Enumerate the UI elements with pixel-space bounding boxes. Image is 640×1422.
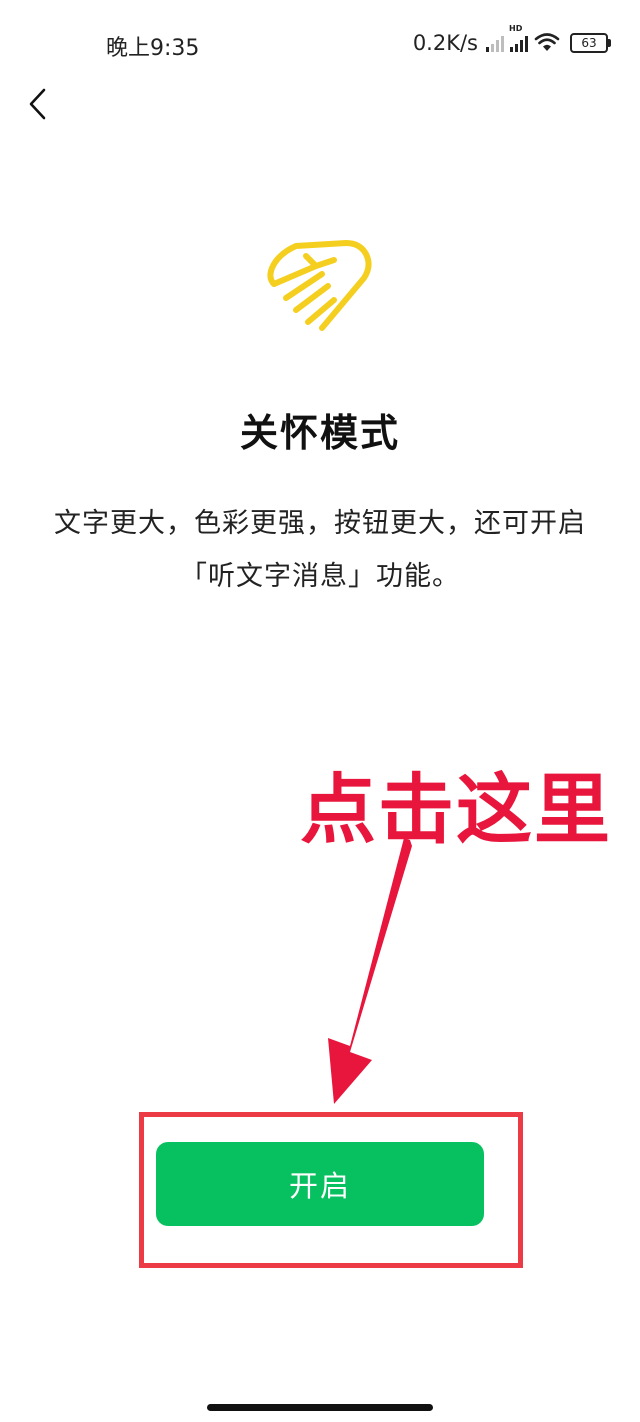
battery-level: 63 bbox=[581, 36, 597, 50]
signal-icon bbox=[486, 34, 504, 52]
network-speed: 0.2K/s bbox=[412, 31, 478, 55]
hd-signal-icon: HD bbox=[509, 24, 528, 52]
battery-icon: 63 bbox=[570, 33, 611, 53]
hd-label: HD bbox=[509, 24, 523, 33]
status-time: 晚上9:35 bbox=[106, 36, 200, 61]
status-icons: 0.2K/s HD 63 bbox=[412, 24, 611, 58]
enable-care-mode-button[interactable]: 开启 bbox=[156, 1142, 484, 1226]
care-mode-heart-hand-icon bbox=[267, 240, 372, 331]
home-indicator[interactable] bbox=[207, 1404, 433, 1411]
chevron-left-icon bbox=[29, 88, 46, 120]
page-title: 关怀模式 bbox=[239, 411, 400, 455]
wifi-icon bbox=[534, 33, 560, 51]
back-button[interactable] bbox=[16, 80, 60, 128]
status-bar: 晚上9:35 0.2K/s HD 63 bbox=[0, 0, 640, 86]
page-description: 文字更大，色彩更强，按钮更大，还可开启「听文字消息」功能。 bbox=[54, 508, 586, 592]
annotation-text: 点击这里 bbox=[300, 765, 612, 854]
